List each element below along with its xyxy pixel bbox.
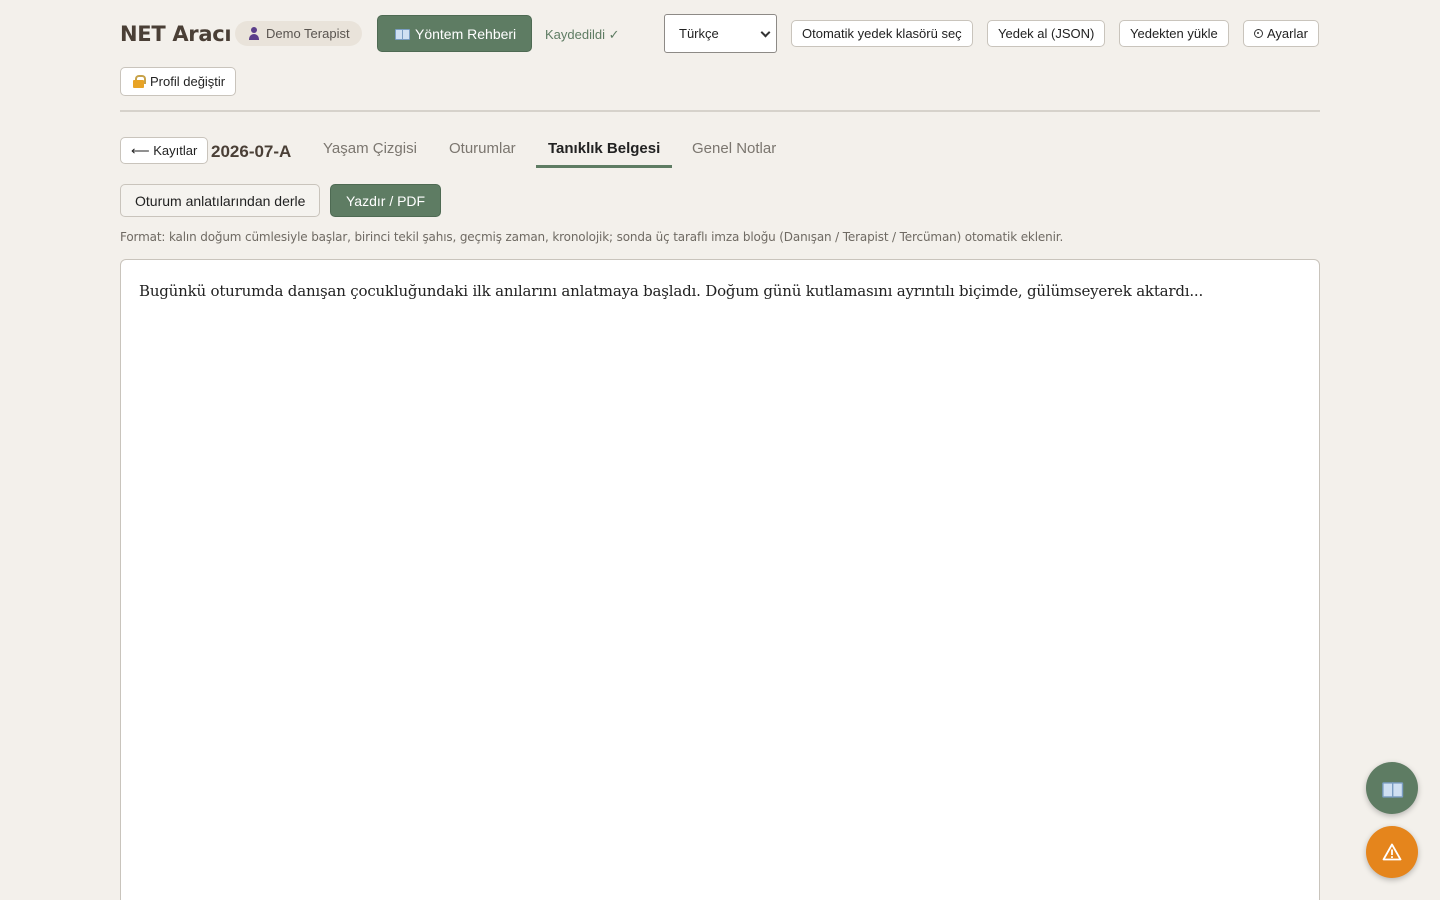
change-profile-button[interactable]: Profil değiştir	[120, 67, 237, 96]
backup-json-button[interactable]: Yedek al (JSON)	[987, 20, 1106, 47]
testimony-text: Bugünkü oturumda danışan çocukluğundaki …	[139, 282, 1204, 300]
guide-fab-button[interactable]	[1366, 762, 1418, 814]
method-guide-label: Yöntem Rehberi	[415, 25, 517, 42]
book-icon	[1382, 780, 1404, 798]
language-select[interactable]: Türkçe	[664, 14, 777, 53]
change-profile-label: Profil değiştir	[150, 74, 226, 89]
settings-button[interactable]: Ayarlar	[1243, 20, 1319, 47]
print-pdf-button[interactable]: Yazdır / PDF	[330, 184, 442, 217]
warning-fab-button[interactable]	[1366, 826, 1418, 878]
tab-sessions[interactable]: Oturumlar	[437, 140, 528, 168]
header-divider	[120, 110, 1320, 112]
warning-icon	[1382, 843, 1402, 861]
tab-life-line[interactable]: Yaşam Çizgisi	[311, 140, 429, 168]
method-guide-button[interactable]: Yöntem Rehberi	[377, 15, 533, 52]
language-selected-value: Türkçe	[679, 26, 719, 41]
auto-backup-folder-button[interactable]: Otomatik yedek klasörü seç	[791, 20, 973, 47]
format-note: Format: kalın doğum cümlesiyle başlar, b…	[120, 230, 1064, 244]
save-status: Kaydedildi ✓	[545, 27, 620, 42]
top-header: NET Aracı Demo Terapist Yöntem Rehberi K…	[120, 14, 1320, 54]
tab-testimony[interactable]: Tanıklık Belgesi	[536, 140, 673, 168]
tab-general-notes[interactable]: Genel Notlar	[680, 140, 788, 168]
person-icon	[248, 27, 260, 40]
chevron-down-icon	[760, 27, 771, 38]
restore-backup-button[interactable]: Yedekten yükle	[1119, 20, 1229, 47]
testimony-editor[interactable]: Bugünkü oturumda danışan çocukluğundaki …	[120, 259, 1320, 900]
record-id: 2026-07-A	[211, 142, 292, 161]
compile-from-sessions-button[interactable]: Oturum anlatılarından derle	[120, 184, 321, 217]
user-name: Demo Terapist	[266, 26, 350, 41]
back-to-records-button[interactable]: ⟵ Kayıtlar	[120, 137, 209, 164]
lock-icon	[133, 75, 146, 88]
app-title: NET Aracı	[120, 22, 232, 46]
gear-icon	[1254, 29, 1263, 38]
book-icon	[395, 28, 410, 40]
settings-label: Ayarlar	[1267, 26, 1308, 41]
user-badge: Demo Terapist	[235, 21, 362, 46]
